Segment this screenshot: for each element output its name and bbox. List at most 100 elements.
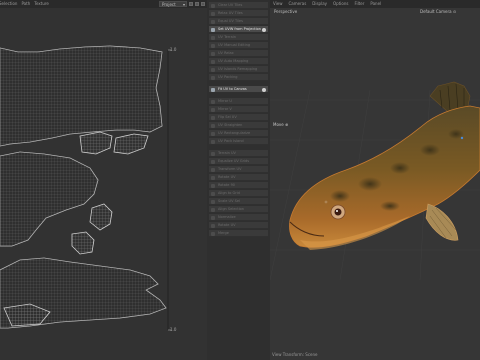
command-item[interactable]: UV Packing	[209, 74, 268, 81]
command-item[interactable]: Scale UV Sel	[209, 198, 268, 205]
command-item[interactable]: UV Manual Editing	[209, 42, 268, 49]
perspective-label[interactable]: Perspective	[274, 9, 297, 14]
command-item[interactable]: Set UVW from Projection	[209, 26, 268, 33]
command-item[interactable]: Align to Grid	[209, 190, 268, 197]
uv-island-fin-b[interactable]	[113, 133, 149, 155]
uv-menu-path[interactable]: Path	[19, 0, 32, 8]
command-item[interactable]: Relax UV Tiles	[209, 10, 268, 17]
camera-label[interactable]: Default Camera ⊙	[420, 9, 456, 14]
command-item[interactable]: Rotate UV	[209, 174, 268, 181]
command-icon	[211, 11, 215, 16]
uv-island-fin-c[interactable]	[89, 203, 113, 231]
command-item[interactable]: Merge	[209, 230, 268, 237]
command-item[interactable]: UV Pack Island	[209, 138, 268, 145]
command-icon	[211, 3, 215, 8]
project-select-value: Project	[162, 2, 176, 7]
command-label: Terrain UV	[218, 151, 236, 155]
command-icon	[211, 51, 215, 56]
command-label: Rotate UV	[218, 175, 236, 179]
command-item[interactable]: Fit UV to Canvas	[209, 86, 268, 93]
view-transform-status: View Transform: Scene	[272, 352, 318, 357]
command-label: Align to Grid	[218, 191, 240, 195]
command-item[interactable]: UV Relax	[209, 50, 268, 57]
uv-canvas[interactable]	[0, 8, 207, 360]
command-label: UV Pack Island	[218, 139, 244, 143]
command-label: UV Islands Remapping	[218, 67, 258, 71]
command-icon	[211, 223, 215, 228]
command-icon	[211, 151, 215, 156]
command-label: UV Rectangularize	[218, 131, 251, 135]
command-item[interactable]: Rotate UV	[209, 222, 268, 229]
command-icon	[211, 231, 215, 236]
command-item[interactable]: Equal UV Tiles	[209, 18, 268, 25]
uv-editor-menubar: Selection Path Texture Project ▾	[0, 0, 207, 8]
command-item[interactable]: Mirror U	[209, 98, 268, 105]
command-icon	[211, 123, 215, 128]
command-label: UV Auto Mapping	[218, 59, 249, 63]
command-label: Transform UV	[218, 167, 242, 171]
command-label: Equal UV Tiles	[218, 19, 243, 23]
command-item[interactable]: Transform UV	[209, 166, 268, 173]
command-label: UV Packing	[218, 75, 238, 79]
command-icon	[211, 183, 215, 188]
uv-commands-panel: Clear UV Tiles Relax UV Tiles Equal UV Til…	[207, 0, 270, 360]
command-item[interactable]: UV Straighten	[209, 122, 268, 129]
command-icon	[211, 35, 215, 40]
help-icon[interactable]	[262, 87, 266, 92]
command-icon	[211, 175, 215, 180]
command-label: Set UVW from Projection	[218, 27, 261, 31]
command-icon	[211, 215, 215, 220]
command-item[interactable]: UV Islands Remapping	[209, 66, 268, 73]
command-label: UV Manual Editing	[218, 43, 251, 47]
uv-island-fin-d[interactable]	[71, 231, 95, 255]
command-item[interactable]: Rotate 90	[209, 182, 268, 189]
viewport-panel[interactable]: View Cameras Display Options Filter Pane…	[270, 0, 480, 360]
command-icon	[211, 75, 215, 80]
command-label: Fit UV to Canvas	[218, 87, 247, 91]
command-label: Equalize UV Grids	[218, 159, 250, 163]
uv-toolbar: Project ▾	[159, 1, 205, 7]
command-item[interactable]: UV Terrain	[209, 34, 268, 41]
command-icon	[211, 27, 215, 32]
command-label: Rotate 90	[218, 183, 236, 187]
command-label: Align Selection	[218, 207, 245, 211]
command-item[interactable]: Align Selection	[209, 206, 268, 213]
command-icon	[211, 159, 215, 164]
command-icon	[211, 167, 215, 172]
uv-editor-panel[interactable]: Selection Path Texture Project ▾ 1.0 1.0	[0, 0, 207, 360]
command-item[interactable]: Terrain UV	[209, 150, 268, 157]
move-tool-label[interactable]: Move ⊕	[273, 122, 288, 127]
command-icon	[211, 207, 215, 212]
command-icon	[211, 99, 215, 104]
command-icon	[211, 87, 215, 92]
command-item[interactable]: UV Rectangularize	[209, 130, 268, 137]
command-item[interactable]: Flip Sel UV	[209, 114, 268, 121]
link-icon[interactable]	[189, 2, 193, 6]
viewport-canvas[interactable]	[270, 0, 480, 360]
grid-icon[interactable]	[195, 2, 199, 6]
command-item[interactable]: Mirror V	[209, 106, 268, 113]
command-label: Flip Sel UV	[218, 115, 237, 119]
project-select[interactable]: Project ▾	[159, 1, 187, 7]
help-icon[interactable]	[262, 27, 266, 32]
command-label: Relax UV Tiles	[218, 11, 243, 15]
command-icon	[211, 19, 215, 24]
command-item[interactable]: Normalize	[209, 214, 268, 221]
command-label: Normalize	[218, 215, 236, 219]
uv-island-fin-a[interactable]	[79, 131, 113, 155]
command-item[interactable]: UV Auto Mapping	[209, 58, 268, 65]
command-label: UV Relax	[218, 51, 234, 55]
command-icon	[211, 139, 215, 144]
command-item[interactable]: Clear UV Tiles	[209, 2, 268, 9]
options-icon[interactable]	[201, 2, 205, 6]
uv-menu-texture[interactable]: Texture	[32, 0, 51, 8]
command-label: Scale UV Sel	[218, 199, 240, 203]
fish-model[interactable]	[289, 81, 480, 250]
command-icon	[211, 199, 215, 204]
command-icon	[211, 107, 215, 112]
uv-menu-selection[interactable]: Selection	[0, 0, 19, 8]
command-label: Merge	[218, 231, 229, 235]
command-icon	[211, 131, 215, 136]
uv-tick-top: 1.0	[170, 47, 177, 52]
command-item[interactable]: Equalize UV Grids	[209, 158, 268, 165]
